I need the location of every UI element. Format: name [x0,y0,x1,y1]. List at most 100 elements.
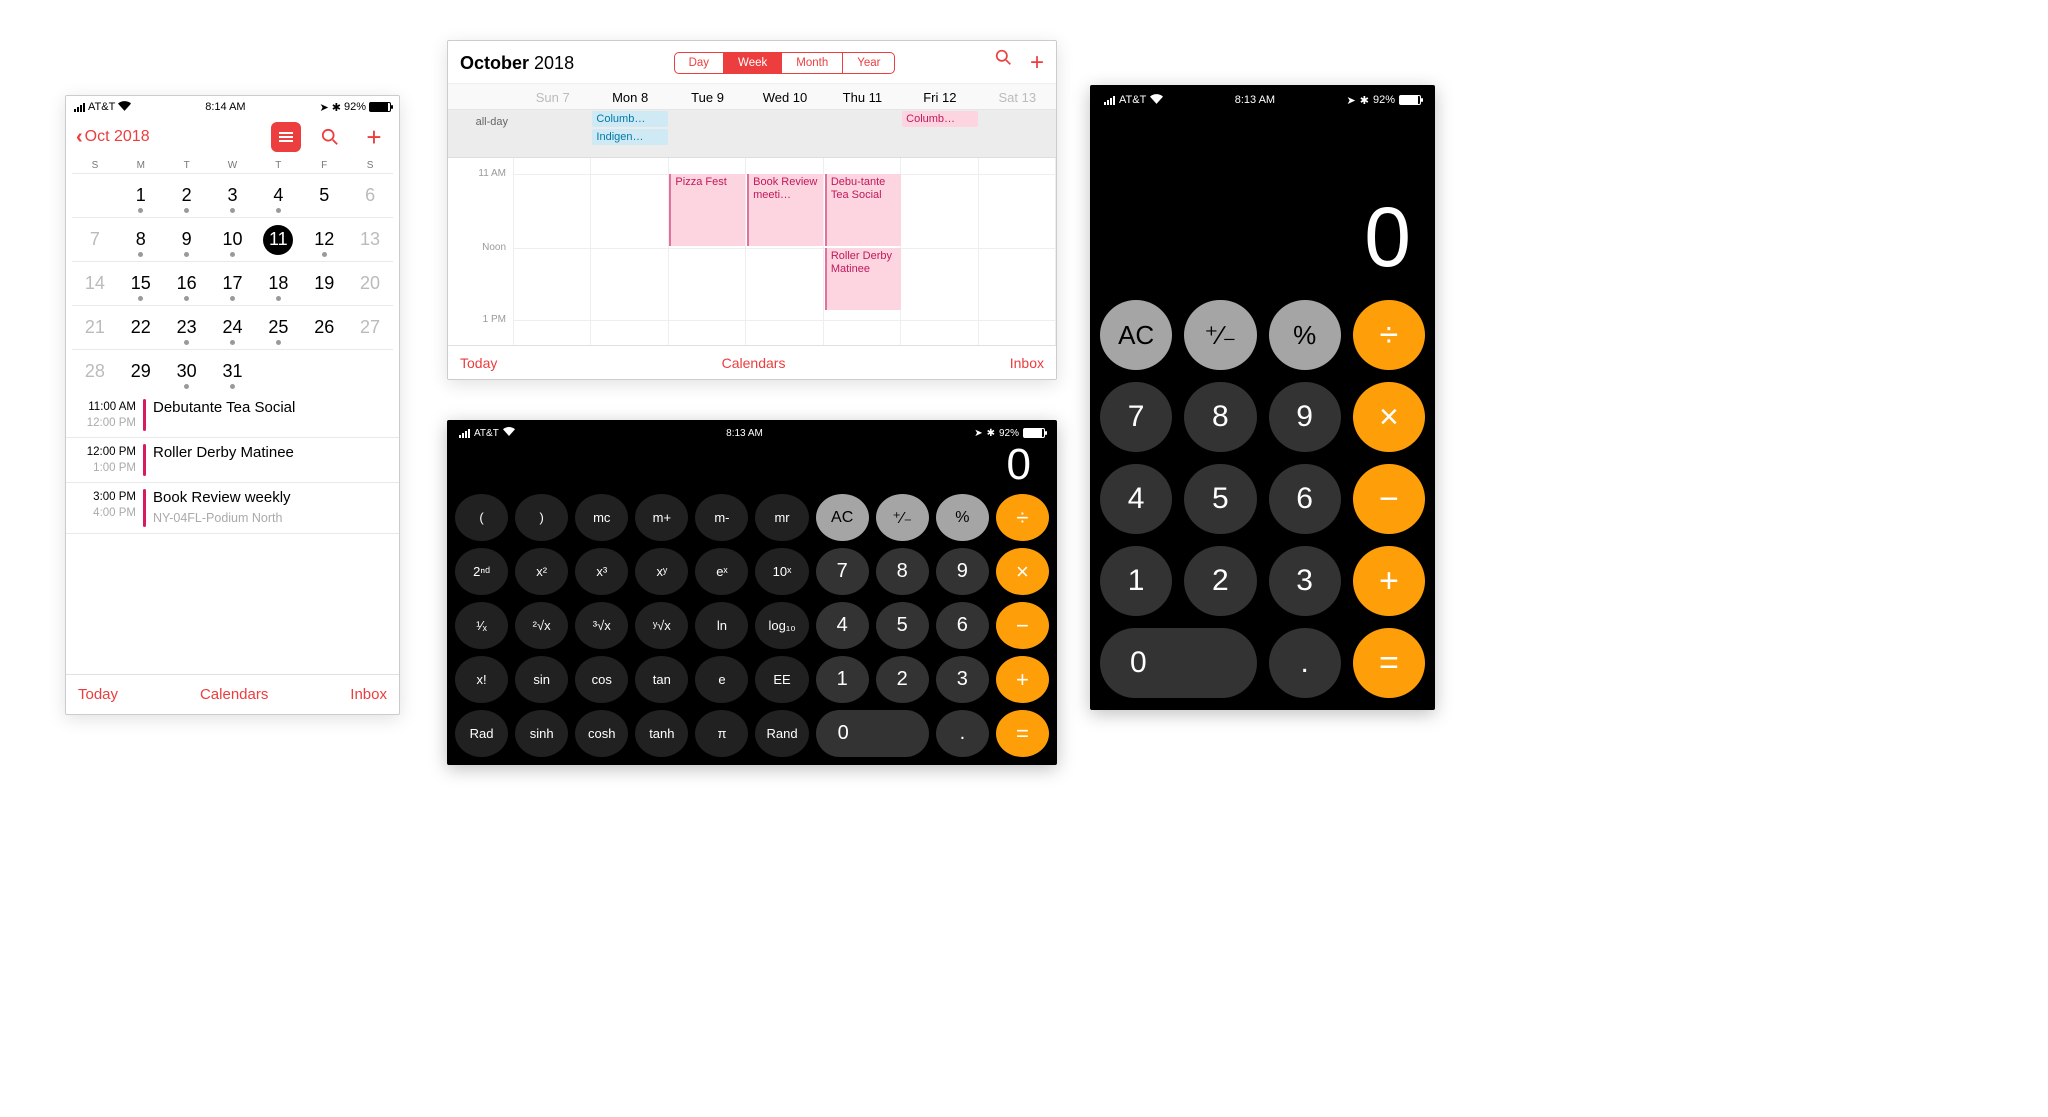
day-cell[interactable]: 7 [72,217,118,261]
day-cell[interactable]: 22 [118,305,164,349]
key-ac[interactable]: AC [816,494,869,541]
day-header[interactable]: Wed 10 [746,90,823,105]
day-cell[interactable]: 13 [347,217,393,261]
seg-month[interactable]: Month [782,53,843,73]
key-8[interactable]: 8 [1184,382,1256,452]
key-9[interactable]: 9 [936,548,989,595]
key-8[interactable]: 8 [876,548,929,595]
day-header[interactable]: Fri 12 [901,90,978,105]
seg-week[interactable]: Week [724,53,782,73]
day-cell[interactable]: 27 [347,305,393,349]
key-cos[interactable]: cos [575,656,628,703]
key-[interactable]: ¹∕ₓ [455,602,508,649]
day-cell[interactable]: 25 [255,305,301,349]
day-cell[interactable]: 18 [255,261,301,305]
event-block[interactable]: Debu-tante Tea Social [825,174,901,246]
key-[interactable]: = [1353,628,1425,698]
day-cell[interactable]: 14 [72,261,118,305]
back-button[interactable]: ‹ Oct 2018 [76,126,150,149]
allday-event[interactable]: Columb… [902,111,977,127]
key-0[interactable]: 0 [1100,628,1257,698]
key-1[interactable]: 1 [816,656,869,703]
key-[interactable]: × [996,548,1049,595]
key-x[interactable]: x! [455,656,508,703]
day-cell[interactable]: 4 [255,173,301,217]
time-grid[interactable]: 11 AMNoon1 PMPizza FestBook Review meeti… [448,158,1056,345]
key-x[interactable]: ³√x [575,602,628,649]
key-ln[interactable]: ln [695,602,748,649]
day-cell[interactable]: 26 [301,305,347,349]
key-x[interactable]: x³ [575,548,628,595]
allday-cell[interactable] [669,110,746,157]
key-0[interactable]: 0 [816,710,929,757]
key-m[interactable]: m+ [635,494,688,541]
key-10[interactable]: 10ˣ [755,548,808,595]
key-[interactable]: ( [455,494,508,541]
allday-event[interactable]: Columb… [592,111,667,127]
seg-year[interactable]: Year [843,53,894,73]
key-2[interactable]: 2 [876,656,929,703]
day-cell[interactable]: 31 [210,349,256,393]
key-sin[interactable]: sin [515,656,568,703]
day-header[interactable]: Thu 11 [824,90,901,105]
allday-cell[interactable] [514,110,591,157]
allday-event[interactable]: Indigen… [592,129,667,145]
key-[interactable]: % [936,494,989,541]
day-cell[interactable]: 24 [210,305,256,349]
calendars-button[interactable]: Calendars [722,355,786,371]
event-row[interactable]: 3:00 PM4:00 PMBook Review weeklyNY-04FL-… [66,483,399,534]
key-[interactable]: + [996,656,1049,703]
key-rad[interactable]: Rad [455,710,508,757]
key-6[interactable]: 6 [936,602,989,649]
day-cell[interactable]: 21 [72,305,118,349]
key-cosh[interactable]: cosh [575,710,628,757]
key-[interactable]: ) [515,494,568,541]
key-x[interactable]: xʸ [635,548,688,595]
key-1[interactable]: 1 [1100,546,1172,616]
key-sinh[interactable]: sinh [515,710,568,757]
key-[interactable]: ⁺∕₋ [876,494,929,541]
key-x[interactable]: ʸ√x [635,602,688,649]
view-segmented[interactable]: DayWeekMonthYear [674,52,896,74]
key-6[interactable]: 6 [1269,464,1341,534]
event-block[interactable]: Book Review meeti… [747,174,823,246]
day-header[interactable]: Mon 8 [591,90,668,105]
day-cell[interactable]: 17 [210,261,256,305]
day-cell[interactable]: 29 [118,349,164,393]
day-cell[interactable]: 28 [72,349,118,393]
key-[interactable]: . [1269,628,1341,698]
key-[interactable]: × [1353,382,1425,452]
key-[interactable]: ÷ [996,494,1049,541]
view-toggle-button[interactable] [271,122,301,152]
day-cell[interactable]: 20 [347,261,393,305]
day-cell[interactable]: 9 [164,217,210,261]
inbox-button[interactable]: Inbox [350,686,387,703]
day-cell[interactable]: 3 [210,173,256,217]
key-e[interactable]: eˣ [695,548,748,595]
today-button[interactable]: Today [460,355,497,371]
inbox-button[interactable]: Inbox [1010,355,1044,371]
event-row[interactable]: 11:00 AM12:00 PMDebutante Tea Social [66,393,399,438]
allday-cell[interactable] [824,110,901,157]
key-tanh[interactable]: tanh [635,710,688,757]
day-cell[interactable]: 5 [301,173,347,217]
key-[interactable]: − [996,602,1049,649]
today-button[interactable]: Today [78,686,118,703]
key-log[interactable]: log₁₀ [755,602,808,649]
key-x[interactable]: ²√x [515,602,568,649]
day-cell[interactable]: 19 [301,261,347,305]
allday-cell[interactable] [979,110,1056,157]
key-4[interactable]: 4 [1100,464,1172,534]
day-cell[interactable]: 15 [118,261,164,305]
key-[interactable]: π [695,710,748,757]
day-cell[interactable]: 23 [164,305,210,349]
day-cell[interactable]: 30 [164,349,210,393]
key-5[interactable]: 5 [1184,464,1256,534]
key-mr[interactable]: mr [755,494,808,541]
event-row[interactable]: 12:00 PM1:00 PMRoller Derby Matinee [66,438,399,483]
key-9[interactable]: 9 [1269,382,1341,452]
key-[interactable]: = [996,710,1049,757]
key-[interactable]: ⁺∕₋ [1184,300,1256,370]
key-x[interactable]: x² [515,548,568,595]
key-[interactable]: + [1353,546,1425,616]
